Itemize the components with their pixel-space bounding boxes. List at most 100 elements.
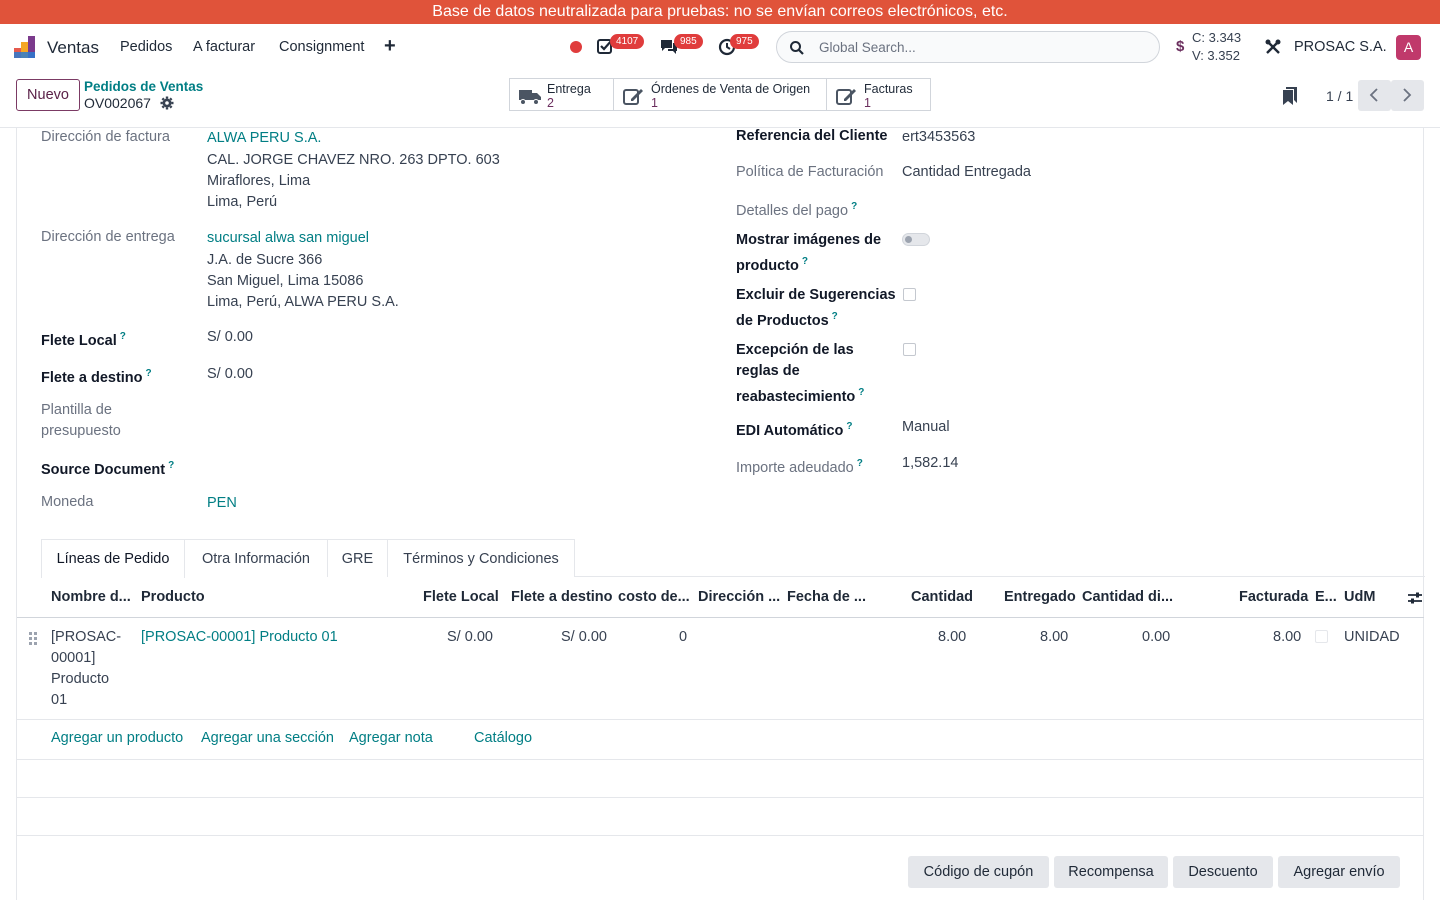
pager-previous-button[interactable] [1358,80,1391,111]
replenish-exception-label: Excepción de las [736,342,854,358]
show-images-toggle[interactable] [902,233,930,246]
global-search-input[interactable]: Global Search... [776,31,1160,63]
delivery-address-label: Dirección de entrega [41,229,175,245]
column-header-cost[interactable]: costo de... [618,589,690,605]
add-menu-plus-icon[interactable]: + [384,35,396,58]
invoice-address-line: Lima, Perú [207,194,278,210]
add-section-link[interactable]: Agregar una sección [201,730,334,746]
add-shipping-button[interactable]: Agregar envío [1278,856,1400,888]
record-name: OV002067 [84,95,151,111]
menu-consignment[interactable]: Consignment [279,39,364,55]
row-name-line[interactable]: 01 [51,690,67,711]
odoo-sales-logo-icon[interactable] [14,36,38,58]
pager-value[interactable]: 1 / 1 [1326,88,1353,104]
help-tooltip-icon[interactable]: ? [802,256,808,267]
menu-a-facturar[interactable]: A facturar [193,39,255,55]
column-header-product[interactable]: Producto [141,589,205,605]
column-header-address[interactable]: Dirección ... [698,589,780,605]
currency-value[interactable]: PEN [207,493,237,514]
column-header-qty-available[interactable]: Cantidad di... [1082,589,1173,605]
delivery-address-line: Lima, Perú, ALWA PERU S.A. [207,294,399,310]
column-header-quantity[interactable]: Cantidad [911,589,973,605]
row-local-freight[interactable]: S/ 0.00 [447,627,493,648]
exchange-rates: C: 3.343 V: 3.352 [1192,29,1241,65]
tab-other-info[interactable]: Otra Información [184,539,328,577]
gear-icon[interactable] [160,96,174,110]
row-name-line[interactable]: [PROSAC- [51,627,121,648]
recording-indicator-icon[interactable] [570,41,582,53]
pager-next-button[interactable] [1391,80,1424,111]
debug-tools-icon[interactable] [1264,38,1282,56]
smart-button-origin-orders[interactable]: Órdenes de Venta de Origen 1 [613,78,827,111]
show-images-label: producto? [736,256,808,274]
row-name-line[interactable]: 00001] [51,648,95,669]
column-header-uom[interactable]: UdM [1344,589,1375,605]
column-header-e[interactable]: E... [1315,589,1337,605]
row-quantity[interactable]: 8.00 [938,627,966,648]
test-database-banner: Base de datos neutralizada para pruebas:… [0,0,1440,24]
dest-freight-value[interactable]: S/ 0.00 [207,364,253,385]
edi-automatic-value[interactable]: Manual [902,417,950,438]
invoice-partner-link[interactable]: ALWA PERU S.A. [207,128,321,149]
column-settings-icon[interactable] [1407,591,1423,605]
discount-button[interactable]: Descuento [1173,856,1273,888]
row-product-link[interactable]: [PROSAC-00001] Producto 01 [141,627,338,648]
tab-terms-conditions[interactable]: Términos y Condiciones [387,539,575,577]
amount-due-value: 1,582.14 [902,455,959,471]
client-reference-value[interactable]: ert3453563 [902,127,975,148]
breadcrumb-sales-orders[interactable]: Pedidos de Ventas [84,79,203,94]
company-switcher[interactable]: PROSAC S.A. [1294,39,1387,55]
column-header-name[interactable]: Nombre d... [51,589,131,605]
bookmark-icon[interactable] [1282,87,1298,105]
rate-sell: V: 3.352 [1192,48,1240,63]
currency-label: Moneda [41,494,94,510]
tab-order-lines[interactable]: Líneas de Pedido [41,539,185,578]
payment-details-label: Detalles del pago? [736,201,858,219]
smart-button-count: 2 [547,96,554,110]
smart-button-delivery[interactable]: Entrega 2 [509,78,614,111]
column-header-dest-freight[interactable]: Flete a destino [511,589,613,605]
invoice-address-line: Miraflores, Lima [207,173,311,189]
help-tooltip-icon[interactable]: ? [858,387,864,398]
column-header-date[interactable]: Fecha de ... [787,589,866,605]
client-reference-label: Referencia del Cliente [736,128,888,144]
coupon-code-button[interactable]: Código de cupón [908,856,1049,888]
row-dest-freight[interactable]: S/ 0.00 [561,627,607,648]
help-tooltip-icon[interactable]: ? [832,311,838,322]
truck-icon [519,90,541,105]
column-header-local-freight[interactable]: Flete Local [423,589,499,605]
replenish-exception-checkbox[interactable] [903,343,916,356]
exclude-suggestions-checkbox[interactable] [903,288,916,301]
add-note-link[interactable]: Agregar nota [349,730,433,746]
smart-button-count: 1 [651,96,658,110]
quotation-template-label: presupuesto [41,423,121,439]
help-tooltip-icon[interactable]: ? [846,421,852,432]
help-tooltip-icon[interactable]: ? [851,201,857,212]
drag-handle-icon[interactable] [28,631,38,645]
row-delivered[interactable]: 8.00 [1040,627,1068,648]
add-product-link[interactable]: Agregar un producto [51,730,183,746]
column-header-delivered[interactable]: Entregado [1004,589,1076,605]
row-checkbox[interactable] [1315,630,1328,643]
reward-button[interactable]: Recompensa [1054,856,1168,888]
rate-buy: C: 3.343 [1192,30,1242,45]
smart-button-invoices[interactable]: Facturas 1 [826,78,931,111]
row-name-line[interactable]: Producto [51,669,109,690]
delivery-partner-link[interactable]: sucursal alwa san miguel [207,228,369,249]
help-tooltip-icon[interactable]: ? [146,368,152,379]
timers-badge: 975 [730,34,759,49]
help-tooltip-icon[interactable]: ? [168,460,174,471]
column-header-invoiced[interactable]: Facturada [1239,589,1308,605]
catalog-link[interactable]: Catálogo [474,730,532,746]
new-record-button[interactable]: Nuevo [16,79,80,111]
delivery-address-line: San Miguel, Lima 15086 [207,273,364,289]
local-freight-value[interactable]: S/ 0.00 [207,327,253,348]
user-avatar[interactable]: A [1396,35,1421,60]
row-cost[interactable]: 0 [679,627,687,648]
help-tooltip-icon[interactable]: ? [120,331,126,342]
app-name[interactable]: Ventas [47,38,99,58]
tab-gre[interactable]: GRE [327,539,388,577]
help-tooltip-icon[interactable]: ? [857,458,863,469]
row-uom[interactable]: UNIDAD [1344,627,1400,648]
menu-pedidos[interactable]: Pedidos [120,39,172,55]
